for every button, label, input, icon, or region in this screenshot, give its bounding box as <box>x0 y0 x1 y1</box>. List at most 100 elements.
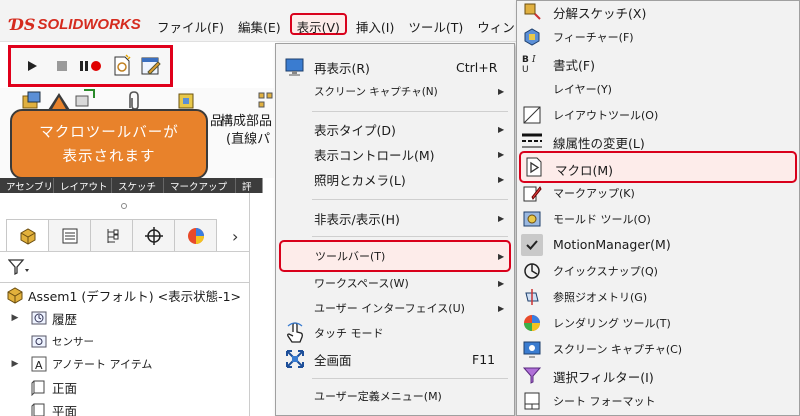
menu-item-screen-capture[interactable]: スクリーン キャプチャ(N) ▶ <box>276 78 514 104</box>
submenu-item-label: MotionManager(M) <box>553 237 671 252</box>
layout-tools-icon <box>521 104 543 126</box>
expand-arrow-icon[interactable]: ▶ <box>8 359 22 369</box>
feature-manager-tab[interactable] <box>6 219 49 251</box>
toolbars-submenu: 分解スケッチ(X) フィーチャー(F) BIU 書式(F) レイヤー(Y) レイ… <box>516 0 800 416</box>
pause-record-icon[interactable] <box>78 57 104 75</box>
svg-text:I: I <box>531 55 536 65</box>
menu-item-display-control[interactable]: 表示コントロール(M) ▶ <box>276 141 514 167</box>
tab-markup[interactable]: マークアップ <box>164 178 236 193</box>
tree-item-annotations[interactable]: ▶ A アノテート アイテム <box>8 352 152 376</box>
stop-icon[interactable] <box>52 57 72 75</box>
menu-separator <box>312 199 508 200</box>
submenu-item-mold-tools[interactable]: モールド ツール(O) <box>517 205 799 233</box>
submenu-arrow-icon: ▶ <box>498 213 505 223</box>
feature-manager-panel: › Assem1 (デフォルト) <表示状態-1> ▶ 履歴 センサー ▶ A … <box>0 193 250 416</box>
filter-icon[interactable] <box>7 258 32 279</box>
history-icon <box>30 309 48 327</box>
menu-item-toolbars[interactable]: ツールバー(T) ▶ <box>279 240 511 272</box>
menu-view[interactable]: 表示(V) <box>289 13 347 35</box>
submenu-item-label: 選択フィルター(I) <box>553 370 654 385</box>
menu-separator <box>312 378 508 379</box>
submenu-item-selection-filter[interactable]: 選択フィルター(I) <box>517 361 799 389</box>
tab-sketch[interactable]: スケッチ <box>112 178 164 193</box>
tree-item-history[interactable]: ▶ 履歴 <box>8 306 77 330</box>
menu-edit[interactable]: 編集(E) <box>231 13 288 35</box>
shortcut-label: F11 <box>472 351 496 367</box>
chevron-right-icon[interactable]: › <box>232 227 238 246</box>
submenu-item-quick-snaps[interactable]: クイックスナップ(Q) <box>517 257 799 285</box>
solidworks-logo[interactable]: ƊS SOLIDWORKS <box>10 15 141 34</box>
tab-layout[interactable]: レイアウト <box>54 178 112 193</box>
tree-item-front-plane[interactable]: 正面 <box>8 375 77 399</box>
menu-item-user-interface[interactable]: ユーザー インターフェイス(U) ▶ <box>276 295 514 321</box>
submenu-item-label: レイアウトツール(O) <box>553 109 659 122</box>
line-format-icon <box>521 130 543 152</box>
menu-file[interactable]: ファイル(F) <box>150 13 231 35</box>
format-icon: BIU <box>521 52 543 74</box>
menu-item-label: ユーザー インターフェイス(U) <box>314 302 465 315</box>
menu-item-hide-show[interactable]: 非表示/表示(H) ▶ <box>276 205 514 231</box>
submenu-item-label: クイックスナップ(Q) <box>553 265 658 278</box>
menu-item-label: 非表示/表示(H) <box>314 211 400 227</box>
menu-separator <box>312 236 508 237</box>
tab-assembly[interactable]: アセンブリ <box>0 178 54 193</box>
menu-item-touch-mode[interactable]: タッチ モード <box>276 320 514 346</box>
submenu-item-screen-capture[interactable]: スクリーン キャプチャ(C) <box>517 335 799 363</box>
markup-icon <box>521 182 543 204</box>
annotation-icon: A <box>30 355 48 373</box>
menu-item-display-type[interactable]: 表示タイプ(D) ▶ <box>276 116 514 142</box>
menu-item-label: 照明とカメラ(L) <box>314 172 406 188</box>
submenu-arrow-icon: ▶ <box>498 303 505 313</box>
submenu-item-motionmanager[interactable]: MotionManager(M) <box>517 231 799 259</box>
panel-grip-icon[interactable] <box>121 203 127 209</box>
svg-text:U: U <box>522 65 529 73</box>
submenu-item-label: フィーチャー(F) <box>553 31 634 44</box>
menu-item-label: 全画面 <box>314 352 352 368</box>
menu-item-label: 表示コントロール(M) <box>314 147 435 163</box>
submenu-item-markup[interactable]: マークアップ(K) <box>517 179 799 207</box>
submenu-item-reference-geometry[interactable]: 参照ジオメトリ(G) <box>517 283 799 311</box>
submenu-item-format[interactable]: BIU 書式(F) <box>517 49 799 77</box>
dimxpert-tab[interactable] <box>132 219 175 251</box>
menu-item-lights-cameras[interactable]: 照明とカメラ(L) ▶ <box>276 166 514 192</box>
tree-filter-row <box>0 251 250 283</box>
callout-line-1: マクロツールバーが <box>39 125 179 141</box>
menu-item-redraw[interactable]: 再表示(R) Ctrl+R <box>276 54 514 80</box>
render-tools-icon <box>521 312 543 334</box>
property-manager-tab[interactable] <box>48 219 91 251</box>
new-macro-icon[interactable] <box>111 54 133 78</box>
expand-arrow-icon[interactable]: ▶ <box>8 313 22 323</box>
menu-item-fullscreen[interactable]: 全画面 F11 <box>276 346 514 372</box>
tree-item-label: センサー <box>52 335 94 348</box>
graphics-area[interactable] <box>250 193 274 416</box>
ribbon-label-line1: 構成部品 <box>220 114 273 129</box>
submenu-item-features[interactable]: フィーチャー(F) <box>517 23 799 51</box>
submenu-arrow-icon: ▶ <box>498 278 505 288</box>
submenu-item-layer[interactable]: レイヤー(Y) <box>517 75 799 103</box>
tree-item-sensors[interactable]: センサー <box>8 329 94 353</box>
menu-separator <box>312 111 508 112</box>
edit-macro-icon[interactable] <box>139 54 163 78</box>
display-manager-tab[interactable] <box>174 219 217 251</box>
submenu-item-label: 線属性の変更(L) <box>553 136 645 151</box>
reference-geometry-icon <box>521 286 543 308</box>
menu-item-label: 表示タイプ(D) <box>314 122 396 138</box>
menu-item-workspace[interactable]: ワークスペース(W) ▶ <box>276 270 514 296</box>
submenu-item-render-tools[interactable]: レンダリング ツール(T) <box>517 309 799 337</box>
menu-insert[interactable]: 挿入(I) <box>349 13 401 35</box>
tree-root-assembly[interactable]: Assem1 (デフォルト) <表示状態-1> <box>6 283 241 307</box>
menu-tools[interactable]: ツール(T) <box>401 13 470 35</box>
shortcut-label: Ctrl+R <box>456 59 498 75</box>
submenu-arrow-icon: ▶ <box>498 124 505 134</box>
menu-item-custom-menu[interactable]: ユーザー定義メニュー(M) <box>276 383 514 409</box>
submenu-item-sheet-format[interactable]: シート フォーマット <box>517 387 799 415</box>
selection-filter-icon <box>521 364 543 386</box>
configuration-manager-tab[interactable] <box>90 219 133 251</box>
tree-item-top-plane[interactable]: 平面 <box>8 398 77 416</box>
submenu-item-explode-sketch[interactable]: 分解スケッチ(X) <box>517 0 799 25</box>
mold-tools-icon <box>521 208 543 230</box>
tree-item-label: 平面 <box>52 403 78 416</box>
document-tab-edge <box>262 178 274 193</box>
submenu-item-layout-tools[interactable]: レイアウトツール(O) <box>517 101 799 129</box>
play-icon[interactable] <box>22 57 42 75</box>
